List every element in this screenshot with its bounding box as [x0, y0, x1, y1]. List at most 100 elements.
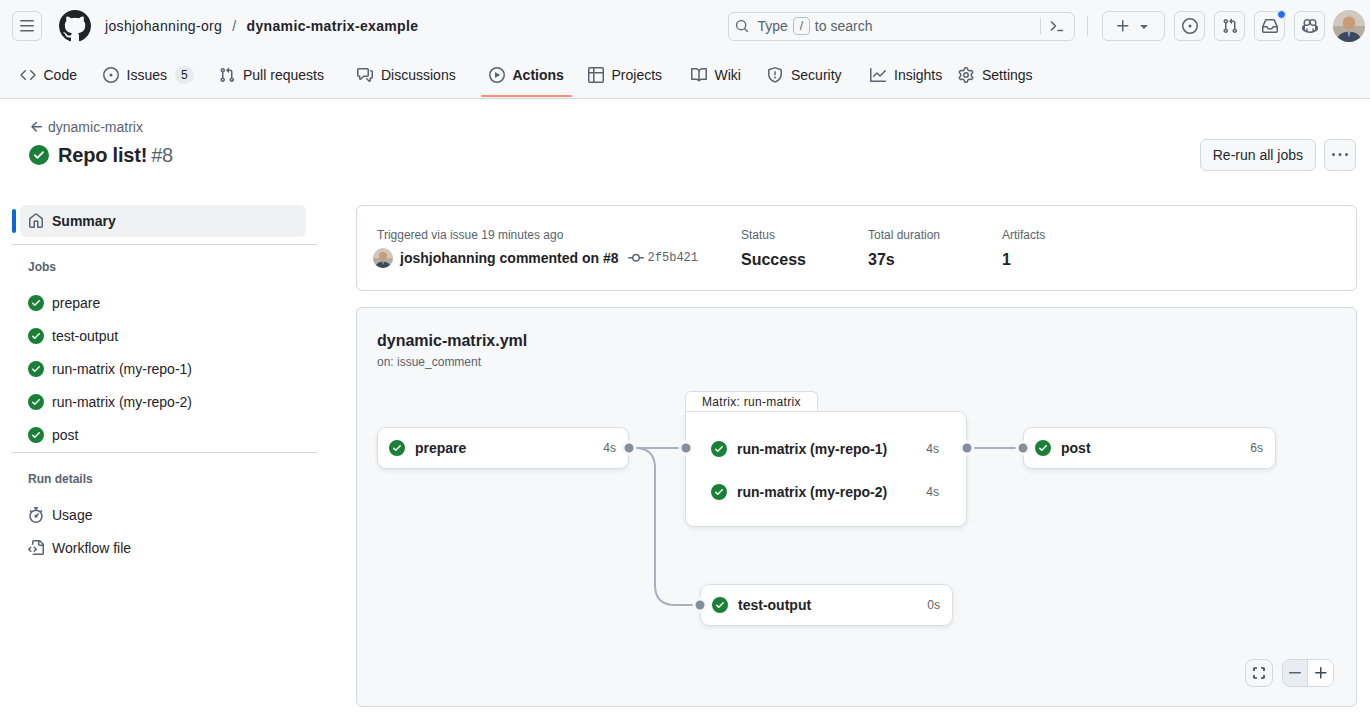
back-to-workflow-link[interactable]: dynamic-matrix — [29, 119, 143, 135]
status-column: Status Success — [741, 226, 868, 269]
tab-settings[interactable]: Settings — [950, 52, 1041, 98]
github-logo[interactable] — [59, 10, 91, 42]
tab-pull-requests[interactable]: Pull requests — [211, 52, 332, 98]
hamburger-menu-button[interactable] — [12, 11, 42, 41]
zoom-out-button[interactable] — [1283, 660, 1308, 686]
inbox-button[interactable] — [1254, 11, 1285, 41]
tab-code[interactable]: Code — [12, 52, 85, 98]
graph-icon — [870, 67, 886, 83]
graph-node-prepare[interactable]: prepare 4s — [377, 427, 629, 469]
run-details-section-header: Run details — [20, 453, 317, 498]
sidebar-job-prepare[interactable]: prepare — [20, 286, 306, 319]
tab-projects[interactable]: Projects — [580, 52, 671, 98]
check-circle-icon — [712, 597, 728, 613]
search-right-controls — [1040, 18, 1065, 34]
zoom-in-button[interactable] — [1308, 660, 1333, 686]
check-circle-icon — [28, 328, 44, 344]
sidebar-item-label: Workflow file — [52, 540, 131, 556]
zoom-control-group — [1282, 659, 1334, 687]
tab-security[interactable]: Security — [759, 52, 850, 98]
git-pull-request-icon — [1222, 18, 1238, 34]
sidebar-item-label: Usage — [52, 507, 92, 523]
workflow-graph-card: dynamic-matrix.yml on: issue_comment pre… — [356, 307, 1357, 707]
artifacts-column: Artifacts 1 — [1002, 226, 1045, 269]
sidebar-item-usage[interactable]: Usage — [20, 498, 306, 531]
graph-node-post[interactable]: post 6s — [1023, 427, 1276, 469]
tab-insights[interactable]: Insights — [862, 52, 950, 98]
issue-opened-icon — [1182, 18, 1198, 34]
connector-dot — [959, 441, 974, 456]
tab-discussions[interactable]: Discussions — [349, 52, 464, 98]
pull-requests-header-button[interactable] — [1214, 11, 1245, 41]
three-bars-icon — [19, 18, 35, 34]
matrix-group: run-matrix (my-repo-1) 4s run-matrix (my… — [685, 411, 967, 527]
github-octocat-icon — [59, 10, 91, 42]
run-title-text: Repo list! — [58, 144, 147, 167]
status-value: Success — [741, 251, 868, 269]
tab-label: Projects — [612, 67, 663, 83]
search-icon — [735, 19, 749, 33]
tab-label: Discussions — [381, 67, 456, 83]
job-label: prepare — [52, 295, 100, 311]
tab-label: Actions — [513, 67, 564, 83]
issues-header-button[interactable] — [1174, 11, 1205, 41]
sidebar-item-workflow-file[interactable]: Workflow file — [20, 531, 306, 564]
run-options-kebab-button[interactable] — [1324, 139, 1356, 171]
git-pull-request-icon — [219, 67, 235, 83]
play-icon — [489, 67, 505, 83]
run-main: Triggered via issue 19 minutes ago joshj… — [356, 205, 1357, 708]
sidebar-job-run-matrix-2[interactable]: run-matrix (my-repo-2) — [20, 385, 306, 418]
breadcrumb-org-link[interactable]: joshjohanning-org — [105, 18, 222, 34]
node-label: run-matrix (my-repo-1) — [737, 441, 887, 457]
create-new-button[interactable] — [1102, 11, 1165, 41]
sidebar-job-test-output[interactable]: test-output — [20, 319, 306, 352]
book-icon — [691, 67, 707, 83]
tab-label: Issues — [127, 67, 167, 83]
run-title: Repo list! #8 — [29, 144, 173, 167]
matrix-group-tab: Matrix: run-matrix — [685, 391, 818, 412]
copilot-button[interactable] — [1294, 11, 1325, 41]
tab-label: Pull requests — [243, 67, 324, 83]
back-row: dynamic-matrix — [29, 117, 1356, 137]
issues-counter-badge: 5 — [175, 66, 194, 84]
job-label: test-output — [52, 328, 118, 344]
user-avatar-button[interactable] — [1333, 10, 1365, 42]
trigger-column: Triggered via issue 19 minutes ago joshj… — [377, 226, 741, 269]
rerun-all-jobs-button[interactable]: Re-run all jobs — [1200, 139, 1316, 171]
sidebar-job-post[interactable]: post — [20, 418, 306, 451]
file-code-icon — [28, 540, 44, 556]
search-input[interactable]: Type/to search — [728, 12, 1075, 41]
tab-issues[interactable]: Issues 5 — [95, 52, 202, 98]
fullscreen-button[interactable] — [1245, 659, 1273, 687]
gear-icon — [958, 67, 974, 83]
breadcrumb-repo-link[interactable]: dynamic-matrix-example — [247, 18, 419, 34]
node-label: prepare — [415, 440, 466, 456]
artifacts-label: Artifacts — [1002, 226, 1045, 244]
trigger-label: Triggered via issue 19 minutes ago — [377, 226, 741, 244]
sidebar-item-summary[interactable]: Summary — [20, 205, 306, 237]
tab-label: Settings — [982, 67, 1033, 83]
app-header: joshjohanning-org / dynamic-matrix-examp… — [0, 0, 1370, 52]
tab-label: Insights — [894, 67, 942, 83]
notification-dot — [1277, 10, 1286, 19]
tab-wiki[interactable]: Wiki — [683, 52, 749, 98]
graph-node-run-matrix-2[interactable]: run-matrix (my-repo-2) 4s — [686, 470, 966, 513]
tab-label: Code — [44, 67, 77, 83]
sidebar-job-run-matrix-1[interactable]: run-matrix (my-repo-1) — [20, 352, 306, 385]
commit-sha-link[interactable]: 2f5b421 — [648, 251, 698, 265]
triangle-down-icon — [1136, 18, 1152, 34]
tab-actions[interactable]: Actions — [481, 52, 572, 98]
actor-commented-text: joshjohanning commented on #8 — [400, 250, 619, 266]
graph-node-test-output[interactable]: test-output 0s — [700, 584, 953, 626]
check-circle-icon — [389, 440, 405, 456]
tab-label: Security — [791, 67, 842, 83]
command-palette-icon[interactable] — [1049, 18, 1065, 34]
slash-key-hint: / — [793, 17, 810, 35]
success-check-icon — [29, 145, 49, 165]
run-sidebar: Summary Jobs prepare test-output run-mat… — [12, 205, 317, 708]
copilot-icon — [1302, 18, 1318, 34]
node-label: test-output — [738, 597, 811, 613]
title-actions: Re-run all jobs — [1200, 139, 1356, 171]
home-icon — [28, 213, 44, 229]
graph-node-run-matrix-1[interactable]: run-matrix (my-repo-1) 4s — [686, 427, 966, 470]
